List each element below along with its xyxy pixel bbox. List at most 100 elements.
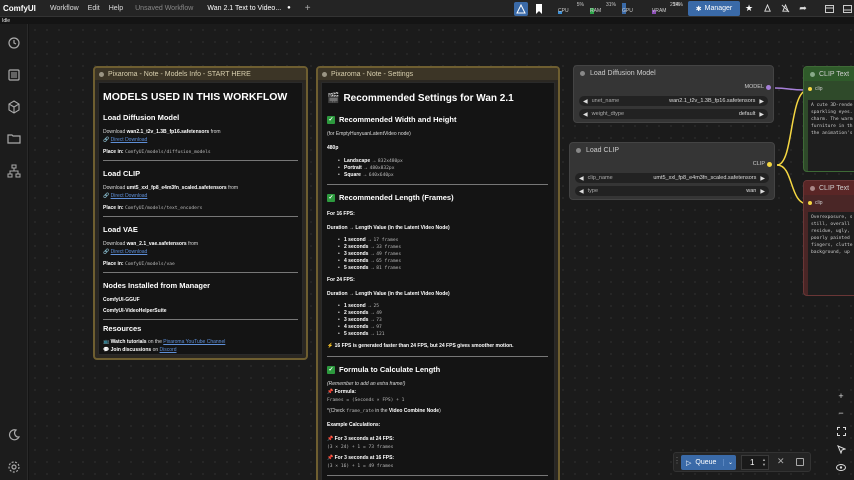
panel-toggle-icon[interactable] [822,2,836,16]
bookmark-icon[interactable] [532,2,546,16]
pointer-mode-icon[interactable] [835,443,847,455]
output-label: CLIP [752,161,765,167]
node-load-diffusion-model[interactable]: Load Diffusion Model MODEL ◀ unet_name w… [573,65,774,123]
arrow-left-icon[interactable]: ◀ [579,188,584,195]
zoom-in-icon[interactable]: + [835,390,847,402]
node-item: ComfyUI-GGUF [103,297,140,303]
fps24-item: 1 second → 25 [338,303,379,309]
graph-canvas[interactable]: Pixaroma - Note - Models Info - START HE… [29,24,854,480]
manager-button[interactable]: ✱ Manager [688,1,740,16]
menu-workflow[interactable]: Workflow [50,5,79,12]
toggle-visibility-icon[interactable] [835,461,847,473]
note-models-info[interactable]: Pixaroma - Note - Models Info - START HE… [93,66,308,360]
menu-edit[interactable]: Edit [88,5,100,12]
direct-download-link[interactable]: Direct Download [111,249,148,255]
fullscreen-icon[interactable] [840,2,854,16]
model-output-slot[interactable] [766,85,771,90]
widget-type[interactable]: ◀ type wan ▶ [575,186,769,196]
batch-count-input[interactable]: 1 ▲ ▼ [741,455,769,470]
no-bell-icon[interactable] [778,2,792,16]
widget-unet-name[interactable]: ◀ unet_name wan2.1_t2v_1.3B_fp16.safeten… [579,96,768,106]
download-link-line: 🔗 Direct Download [103,137,148,143]
bolt-icon: ⚡ [327,343,334,349]
node-header[interactable]: Load Diffusion Model [574,66,773,80]
direct-download-link[interactable]: Direct Download [111,193,148,199]
widget-clip-name[interactable]: ◀ clip_name umt5_xxl_fp8_e4m3fn_scaled.s… [575,173,769,183]
stepper-icon[interactable]: ▲ ▼ [762,457,766,467]
arrow-right-icon[interactable]: ▶ [759,98,764,105]
workflow-tree-icon[interactable] [7,164,21,178]
arrow-left-icon[interactable]: ◀ [583,111,588,118]
share-icon[interactable]: ➦ [796,2,810,16]
chevron-down-icon[interactable]: ⌄ [722,459,733,466]
new-tab-button[interactable]: + [305,3,311,14]
clip-input-slot[interactable]: clip [808,200,823,206]
clip-input-dot[interactable] [808,87,812,91]
note-title: Pixaroma - Note - Models Info - START HE… [108,70,251,78]
place-line: Place in: ComfyUI/models/diffusion_model… [103,149,211,155]
toolbar-right [514,0,546,17]
node-library-icon[interactable] [7,100,21,114]
node-load-clip[interactable]: Load CLIP CLIP ◀ clip_name umt5_xxl_fp8_… [569,142,775,200]
node-collapse-dot[interactable] [810,71,815,77]
divider [103,319,298,320]
divider [103,216,298,217]
queue-button[interactable]: ▷ Queue ⌄ [681,455,736,470]
fps16-title: For 16 FPS: [327,211,355,217]
node-collapse-dot[interactable] [99,71,104,77]
node-collapse-dot[interactable] [576,147,581,153]
discord-link[interactable]: Discord [160,347,177,353]
clip-input-slot[interactable]: clip [808,86,823,92]
folder-icon[interactable] [7,132,21,146]
node-clip-text-negative[interactable]: CLIP Text clip Overexposure, s still, ov… [803,180,854,296]
fps16-item: 3 seconds → 49 frames [338,251,401,257]
wh-subtitle: (for EmptyHunyuanLatentVideo node) [327,131,411,137]
node-header[interactable]: Load CLIP [570,143,774,157]
arrow-right-icon[interactable]: ▶ [760,188,765,195]
queue-list-icon[interactable] [7,68,21,82]
duration-header: Duration → Length Value (in the Latent V… [327,291,450,297]
node-collapse-dot[interactable] [810,185,815,191]
note-settings[interactable]: Pixaroma - Note - Settings 🎬 Recommended … [316,66,560,480]
drag-handle-icon[interactable]: ⋮ [673,456,681,465]
node-item: ComfyUI-VideoHelperSuite [103,308,167,314]
arrow-right-icon[interactable]: ▶ [759,111,764,118]
history-icon[interactable] [7,36,21,50]
node-collapse-dot[interactable] [580,70,585,76]
note-header[interactable]: Pixaroma - Note - Models Info - START HE… [95,68,306,80]
stop-icon[interactable] [796,458,804,466]
fps-note: ⚡ 16 FPS is generated faster than 24 FPS… [327,343,514,349]
fit-view-icon[interactable] [835,425,847,437]
prompt-textarea[interactable]: A cute 3D-rende sparkling eyes. charm. T… [808,100,854,171]
cancel-icon[interactable]: ✕ [777,456,785,467]
node-header[interactable]: CLIP Text [804,67,854,81]
zoom-out-icon[interactable]: − [835,407,847,419]
direct-download-link[interactable]: Direct Download [111,137,148,143]
arrow-left-icon[interactable]: ◀ [579,175,584,182]
note-header[interactable]: Pixaroma - Note - Settings [318,68,558,80]
resource-discord: 💬 Join discussions on Discord [103,347,177,353]
arrow-right-icon[interactable]: ▶ [760,175,765,182]
youtube-link[interactable]: Pixaroma YouTube Channel [163,339,225,345]
arrow-left-icon[interactable]: ◀ [583,98,588,105]
widget-weight-dtype[interactable]: ◀ weight_dtype default ▶ [579,109,768,119]
fps24-item: 3 seconds → 73 [338,317,382,323]
theme-toggle-icon[interactable] [7,428,21,442]
prompt-textarea[interactable]: Overexposure, s still, overall residue, … [808,212,854,295]
settings-gear-icon[interactable] [7,460,21,474]
place-line: Place in: ComfyUI/models/vae [103,261,175,267]
tab-wan-text-to-video[interactable]: Wan 2.1 Text to Video... [207,5,281,12]
fps24-item: 4 seconds → 97 [338,324,382,330]
clip-input-dot[interactable] [808,201,812,205]
queue-toolbar: ⋮ ▷ Queue ⌄ 1 ▲ ▼ ✕ [673,452,811,472]
queue-panel-icon[interactable] [514,1,528,16]
node-header[interactable]: CLIP Text [804,181,854,195]
bell-icon[interactable] [760,2,774,16]
note-title: Pixaroma - Note - Settings [331,70,414,78]
clip-output-slot[interactable] [767,162,772,167]
star-icon[interactable]: ★ [742,2,756,16]
menu-help[interactable]: Help [109,5,123,12]
node-collapse-dot[interactable] [322,71,327,77]
tab-unsaved-workflow[interactable]: Unsaved Workflow [135,5,193,12]
node-clip-text-positive[interactable]: CLIP Text clip A cute 3D-rende sparkling… [803,66,854,172]
